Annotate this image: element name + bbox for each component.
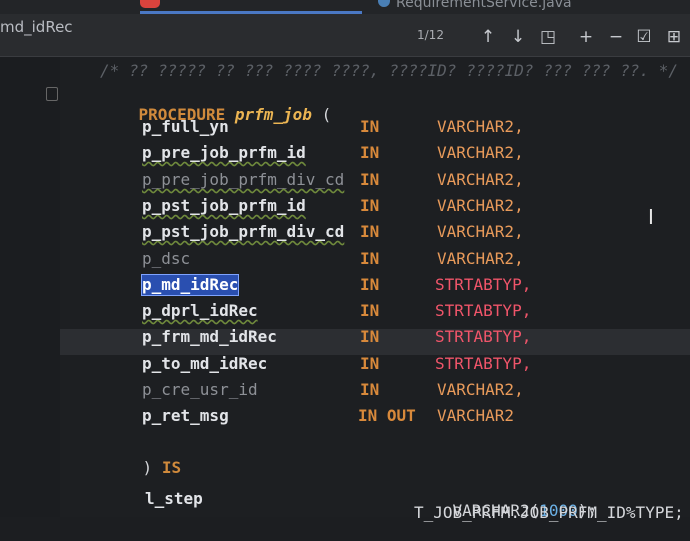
partial-last-line: T_JOB_PRFM.JOB_PRFM_ID%TYPE;: [414, 503, 684, 522]
arrow-down-icon: ↓: [510, 27, 526, 47]
param-name: p_cre_usr_id: [142, 380, 258, 399]
param-type: STRTABTYP,: [435, 327, 532, 346]
arrow-up-icon: ↑: [480, 27, 496, 47]
param-name: p_frm_md_idRec: [142, 327, 277, 346]
param-type: VARCHAR2,: [437, 380, 524, 399]
param-name: p_pre_job_prfm_div_cd: [142, 170, 345, 189]
selected-param-name: p_md_idRec: [140, 274, 240, 296]
param-mode: IN: [360, 117, 380, 136]
is-keyword: IS: [161, 458, 182, 477]
param-mode: IN: [360, 143, 380, 162]
param-mode: IN: [360, 222, 380, 241]
param-name: p_pre_job_prfm_id: [142, 143, 306, 162]
mouse-cursor-icon: I: [648, 205, 654, 229]
param-name: p_full_yn: [142, 117, 229, 136]
param-name: p_dsc: [142, 249, 191, 268]
search-input[interactable]: md_idRec: [0, 18, 73, 36]
remove-occurrence-icon: −: [608, 27, 624, 47]
param-type: VARCHAR2: [437, 406, 515, 425]
param-mode: IN: [360, 249, 380, 268]
window-icon: ◳: [539, 27, 557, 47]
add-selection-button[interactable]: +: [576, 26, 596, 48]
editor-gutter: [0, 57, 60, 517]
param-type: VARCHAR2,: [437, 196, 524, 215]
open-paren: (: [321, 105, 332, 124]
open-in-window-button[interactable]: ◳: [538, 26, 558, 48]
prev-occurrence-button[interactable]: ↑: [478, 26, 498, 48]
param-mode: IN: [360, 170, 380, 189]
param-mode: IN OUT: [358, 406, 416, 425]
param-name: p_pst_job_prfm_id: [142, 196, 306, 215]
match-counter: 1/12: [417, 28, 444, 42]
param-type: VARCHAR2,: [437, 117, 524, 136]
tab-requirement-service[interactable]: RequirementService.java: [396, 0, 572, 11]
editor-tab-strip: RequirementService.java: [0, 0, 690, 14]
param-type: VARCHAR2,: [437, 222, 524, 241]
param-type: STRTABTYP,: [435, 301, 532, 320]
param-name: p_dprl_idRec: [142, 301, 258, 320]
active-tab-marker: [140, 0, 160, 8]
code-editor[interactable]: /* ?? ????? ?? ??? ???? ????, ????ID? ??…: [0, 57, 690, 522]
param-name: p_to_md_idRec: [142, 354, 268, 373]
java-file-icon: [378, 0, 390, 7]
param-type: STRTABTYP,: [435, 275, 532, 294]
param-type: VARCHAR2,: [437, 143, 524, 162]
param-type: VARCHAR2,: [437, 249, 524, 268]
param-name: p_pst_job_prfm_div_cd: [142, 222, 345, 241]
fold-marker-icon[interactable]: [46, 87, 58, 101]
match-case-button[interactable]: ⊞: [664, 26, 684, 48]
find-bar: md_idRec 1/12 ↑ ↓ ◳ + − ☑ ⊞: [0, 14, 690, 57]
match-case-icon: ⊞: [666, 27, 682, 47]
param-mode: IN: [360, 275, 380, 294]
param-type: STRTABTYP,: [435, 354, 532, 373]
code-comment: /* ?? ????? ?? ??? ???? ????, ????ID? ??…: [100, 61, 678, 80]
add-occurrence-icon: +: [578, 27, 594, 47]
procedure-name: prfm_job: [234, 105, 312, 124]
close-paren: ): [142, 458, 153, 477]
param-mode: IN: [360, 301, 380, 320]
next-occurrence-button[interactable]: ↓: [508, 26, 528, 48]
param-name: p_ret_msg: [142, 406, 229, 425]
param-type: VARCHAR2,: [437, 170, 524, 189]
param-mode: IN: [360, 380, 380, 399]
param-mode: IN: [360, 327, 380, 346]
param-mode: IN: [360, 354, 380, 373]
select-all-button[interactable]: ☑: [634, 26, 654, 48]
remove-selection-button[interactable]: −: [606, 26, 626, 48]
select-all-icon: ☑: [636, 27, 652, 47]
param-mode: IN: [360, 196, 380, 215]
variable-name: l_step: [145, 489, 203, 508]
